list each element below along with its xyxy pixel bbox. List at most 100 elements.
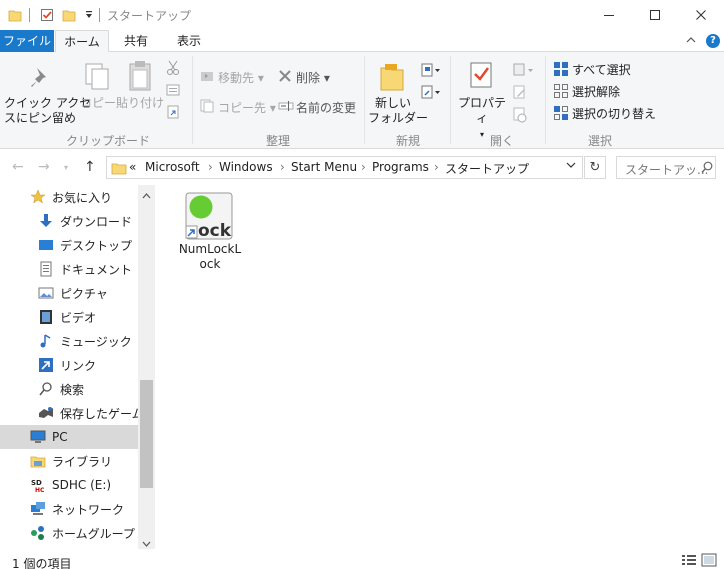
computer-icon: [30, 429, 46, 445]
nav-item-music[interactable]: ミュージック: [0, 329, 138, 353]
copy-to-button[interactable]: コピー先 ▾: [218, 99, 276, 116]
open-group-label: 開く: [490, 134, 515, 148]
large-icons-view-icon[interactable]: [701, 553, 717, 569]
help-icon[interactable]: ?: [706, 34, 720, 48]
nav-item-pc[interactable]: PC: [0, 425, 138, 449]
refresh-button[interactable]: ↻: [584, 156, 606, 179]
copy-to-label: コピー先: [218, 101, 267, 115]
tab-view[interactable]: 表示: [165, 30, 213, 52]
search-input[interactable]: スタートアッ...: [616, 156, 716, 179]
game-icon: [38, 405, 54, 421]
window-title: スタートアップ: [107, 9, 192, 23]
collapse-ribbon-icon[interactable]: [686, 34, 696, 48]
invert-selection-button[interactable]: 選択の切り替え: [572, 105, 656, 122]
item-count: 1 個の項目: [12, 557, 72, 569]
edit-icon[interactable]: [512, 84, 528, 103]
address-bar[interactable]: « Microsoft › Windows › Start Menu › Pro…: [106, 156, 583, 179]
nav-item-searches[interactable]: 検索: [0, 377, 138, 401]
nav-item-pictures[interactable]: ピクチャ: [0, 281, 138, 305]
search-placeholder: スタートアッ...: [625, 163, 709, 177]
nav-item-documents[interactable]: ドキュメント: [0, 257, 138, 281]
maximize-button[interactable]: [632, 0, 678, 30]
music-note-icon: [38, 333, 54, 349]
picture-icon: [38, 285, 54, 301]
nav-pane-scroll-thumb[interactable]: [140, 380, 153, 488]
copy-path-icon[interactable]: [166, 83, 180, 100]
nav-item-sdhc-drive[interactable]: SD HC SDHC (E:): [0, 473, 138, 497]
customize-quick-access-icon[interactable]: [84, 7, 94, 23]
paste-shortcut-icon[interactable]: [166, 105, 180, 122]
pin-icon: [30, 66, 52, 93]
close-button[interactable]: [678, 0, 724, 30]
nav-item-network[interactable]: ネットワーク: [0, 497, 138, 521]
breadcrumb-startup[interactable]: スタートアップ: [445, 160, 529, 177]
breadcrumb-start-menu[interactable]: Start Menu: [291, 160, 357, 174]
open-icon[interactable]: [512, 62, 534, 81]
pin-to-quick-access-button[interactable]: クイック アクセ スにピン留め: [4, 96, 91, 126]
nav-item-label: PC: [52, 430, 68, 444]
properties-quick-icon[interactable]: [40, 7, 54, 23]
nav-item-desktop[interactable]: デスクトップ: [0, 233, 138, 257]
select-all-icon: [553, 61, 569, 80]
dropdown-arrow-icon: ▾: [479, 130, 484, 139]
nav-item-label: ピクチャ: [60, 286, 108, 301]
rename-button[interactable]: 名前の変更: [296, 99, 356, 116]
tab-home[interactable]: ホーム: [55, 30, 109, 53]
nav-item-homegroup[interactable]: ホームグループ: [0, 521, 138, 545]
properties-label: プロパティ: [457, 96, 506, 125]
nav-item-links[interactable]: リンク: [0, 353, 138, 377]
nav-item-downloads[interactable]: ダウンロード: [0, 209, 138, 233]
nav-item-label: ドキュメント: [60, 262, 133, 277]
easy-access-icon[interactable]: [420, 84, 442, 105]
forward-arrow-icon[interactable]: →: [38, 159, 50, 175]
tab-share[interactable]: 共有: [112, 30, 160, 52]
address-history-icon[interactable]: [565, 159, 577, 174]
nav-item-label: 検索: [60, 382, 85, 397]
cut-icon[interactable]: [166, 60, 180, 79]
minimize-button[interactable]: [586, 0, 632, 30]
scroll-up-icon[interactable]: [142, 189, 151, 203]
tab-file[interactable]: ファイル: [0, 30, 54, 52]
new-group-label: 新規: [396, 134, 421, 148]
star-icon: [30, 189, 46, 205]
nav-item-favorites[interactable]: お気に入り: [0, 185, 138, 209]
nav-item-label: ビデオ: [60, 310, 97, 325]
copy-button[interactable]: コピー: [80, 96, 116, 111]
nav-item-label: ライブラリ: [52, 454, 113, 469]
nav-pane-scrollbar[interactable]: [138, 185, 155, 549]
move-to-label: 移動先: [218, 71, 255, 85]
folder-icon: [8, 7, 22, 23]
breadcrumb-overflow[interactable]: «: [129, 160, 136, 174]
nav-item-videos[interactable]: ビデオ: [0, 305, 138, 329]
new-item-icon[interactable]: [420, 62, 442, 83]
divider: [192, 56, 193, 144]
new-folder-icon: [379, 62, 405, 95]
video-icon: [38, 309, 54, 325]
nav-item-saved-games[interactable]: 保存したゲーム: [0, 401, 144, 425]
nav-item-libraries[interactable]: ライブラリ: [0, 449, 138, 473]
ribbon-tabs: ファイル ホーム 共有 表示 ?: [0, 30, 724, 53]
invert-selection-icon: [553, 105, 569, 124]
breadcrumb-separator: ›: [280, 160, 285, 174]
breadcrumb-windows[interactable]: Windows: [219, 160, 273, 174]
up-arrow-icon[interactable]: ↑: [84, 159, 96, 175]
delete-button[interactable]: 削除 ▾: [296, 69, 330, 86]
file-name[interactable]: NumLockLock: [178, 242, 242, 272]
nav-item-label: リンク: [60, 358, 97, 373]
details-view-icon[interactable]: [681, 554, 697, 569]
breadcrumb-separator: ›: [434, 160, 439, 174]
organize-group-label: 整理: [266, 134, 291, 148]
move-to-button[interactable]: 移動先 ▾: [218, 69, 264, 86]
move-to-icon: [200, 69, 214, 86]
new-folder-quick-icon[interactable]: [62, 7, 76, 23]
history-icon[interactable]: [512, 107, 528, 126]
breadcrumb-programs[interactable]: Programs: [372, 160, 429, 174]
paste-button[interactable]: 貼り付け: [116, 96, 164, 111]
recent-locations-icon[interactable]: ▾: [64, 163, 68, 172]
select-none-button[interactable]: 選択解除: [572, 83, 620, 100]
breadcrumb-microsoft[interactable]: Microsoft: [145, 160, 200, 174]
select-all-button[interactable]: すべて選択: [572, 61, 631, 78]
back-arrow-icon[interactable]: ←: [12, 159, 24, 175]
select-group-label: 選択: [588, 134, 613, 148]
new-folder-button[interactable]: 新しい フォルダー: [368, 96, 428, 126]
